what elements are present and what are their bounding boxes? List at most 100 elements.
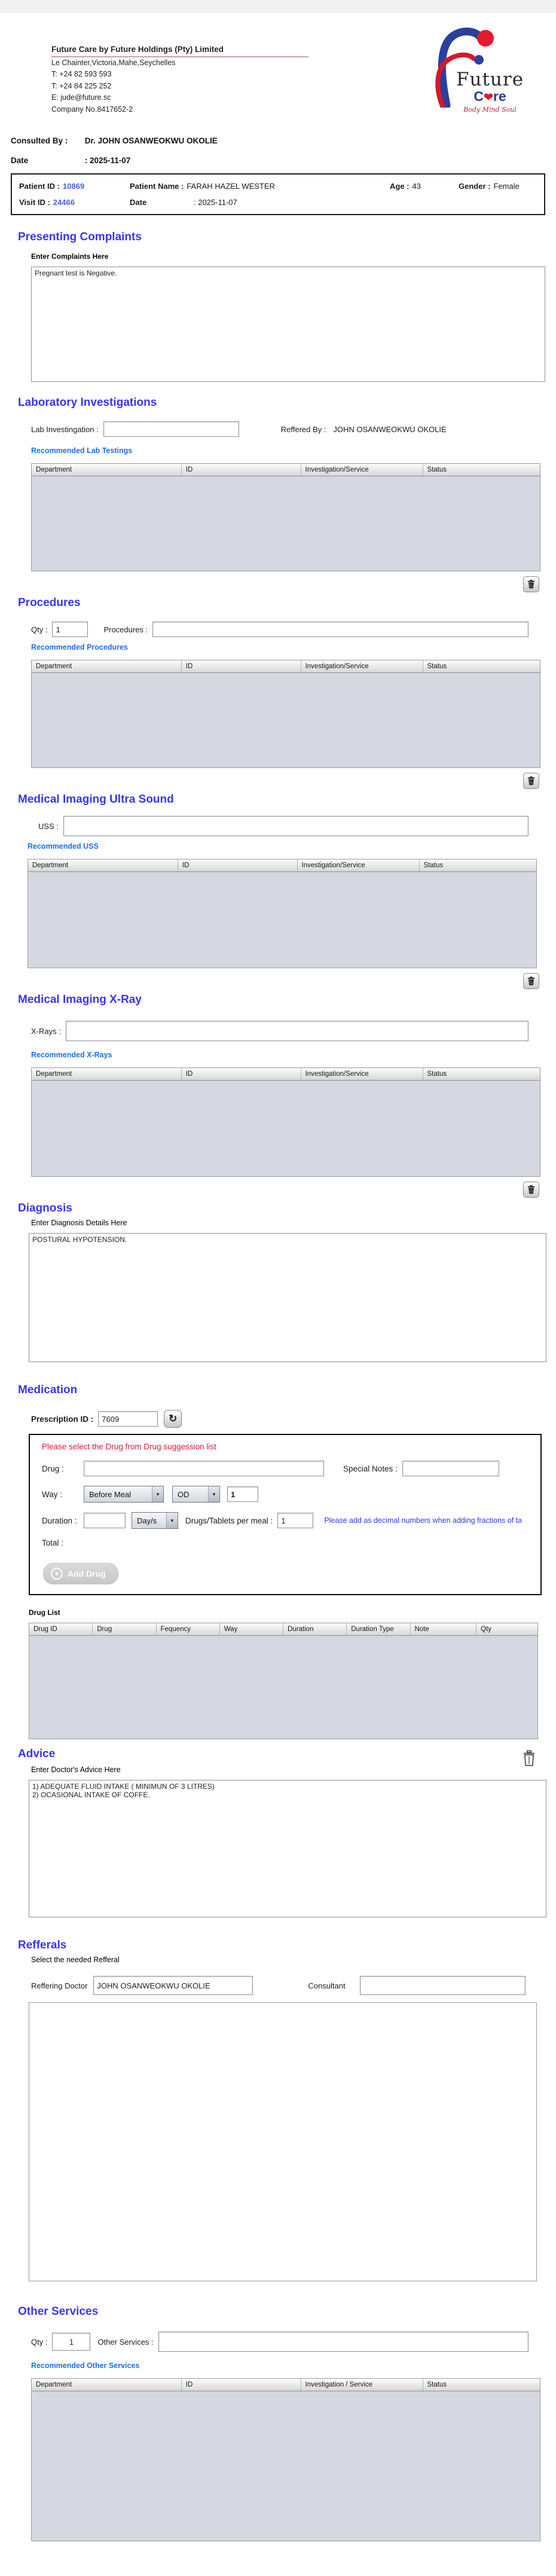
uss-table: Department ID Investigation/Service Stat… (28, 859, 537, 968)
way-select[interactable]: Before Meal ▼ (84, 1486, 164, 1503)
consult-date-row: Date : 2025-11-07 (11, 156, 545, 165)
other-services-heading: Other Services (18, 2305, 99, 2318)
col-department: Department (28, 859, 178, 871)
col-duration-type: Duration Type (347, 1623, 411, 1635)
uss-delete-button[interactable] (523, 973, 539, 989)
procedures-heading: Procedures (18, 596, 81, 609)
recommended-uss-link[interactable]: Recommended USS (28, 842, 99, 850)
col-duration: Duration (283, 1623, 347, 1635)
age-label: Age : (390, 182, 410, 191)
refresh-icon: ↻ (169, 1413, 178, 1424)
col-status: Status (427, 466, 447, 473)
col-qty: Qty (481, 1626, 491, 1633)
prescription-id-label: Prescription ID : (31, 1414, 94, 1424)
refresh-prescription-button[interactable]: ↻ (164, 1410, 182, 1428)
xray-table: Department ID Investigation/Service Stat… (31, 1067, 540, 1177)
col-investigation-service: Investigation/Service (301, 660, 423, 672)
lab-table: Department ID Investigation/Service Stat… (31, 463, 540, 571)
xray-delete-button[interactable] (523, 1182, 539, 1198)
procedures-input[interactable] (152, 622, 528, 637)
way-label: Way : (42, 1489, 63, 1499)
presenting-complaints-heading: Presenting Complaints (18, 231, 142, 243)
trash-icon (527, 1185, 535, 1194)
way-qty-input[interactable] (227, 1486, 258, 1502)
reffered-by-value: JOHN OSANWEOKWU OKOLIE (333, 424, 447, 434)
procedures-qty-label: Qty : (31, 625, 48, 634)
special-notes-input[interactable] (402, 1461, 499, 1476)
reffering-doctor-label: Reffering Doctor (31, 1981, 88, 1990)
procedures-delete-button[interactable] (523, 773, 539, 789)
medication-form-box: Please select the Drug from Drug suggess… (29, 1434, 542, 1595)
col-drug-id: Drug ID (29, 1623, 93, 1635)
recommended-xrays-link[interactable]: Recommended X-Rays (31, 1051, 112, 1059)
col-status: Status (427, 663, 447, 670)
gender-label: Gender : (459, 182, 491, 191)
other-services-input[interactable] (158, 2332, 528, 2352)
logo-care-text: C❤re (473, 88, 506, 104)
lab-delete-button[interactable] (523, 576, 539, 592)
drug-label: Drug : (42, 1464, 64, 1473)
complaints-sublabel: Enter Complaints Here (31, 252, 109, 261)
consultant-input[interactable] (359, 1976, 526, 1995)
logo-future-text: Future (456, 69, 524, 90)
advice-sublabel: Enter Doctor's Advice Here (31, 1766, 121, 1774)
drug-suggestion-note: Please select the Drug from Drug suggess… (42, 1442, 216, 1451)
advice-textarea[interactable]: 1) ADEQUATE FLUID INTAKE ( MINIMUN OF 3 … (29, 1780, 546, 1917)
recommended-procedures-link[interactable]: Recommended Procedures (31, 643, 128, 651)
procedures-qty-input[interactable] (52, 622, 88, 637)
company-number: Company No.8417652-2 (51, 105, 133, 114)
add-drug-button[interactable]: + Add Drug (43, 1563, 118, 1584)
xray-input[interactable] (65, 1021, 528, 1041)
visit-date-value: : 2025-11-07 (194, 198, 237, 207)
advice-heading: Advice (18, 1748, 56, 1760)
duration-input[interactable] (84, 1513, 126, 1528)
other-qty-input[interactable] (52, 2333, 91, 2351)
procedures-table: Department ID Investigation/Service Stat… (31, 660, 540, 768)
chevron-down-icon: ▼ (152, 1486, 163, 1502)
procedures-table-header: Department ID Investigation/Service Stat… (32, 660, 540, 673)
xray-heading: Medical Imaging X-Ray (18, 993, 142, 1006)
visit-id-value: 24466 (53, 198, 75, 207)
age-value: 43 (412, 182, 421, 191)
drug-input[interactable] (84, 1461, 324, 1476)
complaints-textarea[interactable]: Pregnant test is Negative. (31, 267, 545, 382)
col-note: Note (411, 1623, 476, 1635)
total-label: Total : (42, 1538, 64, 1547)
lab-table-body (32, 476, 540, 571)
laboratory-heading: Laboratory Investigations (18, 396, 157, 409)
refferals-sublabel: Select the needed Refferal (31, 1956, 120, 1964)
fraction-hint: Please add as decimal numbers when addin… (324, 1516, 522, 1525)
diagnosis-textarea[interactable]: POSTURAL HYPOTENSION. (29, 1233, 546, 1362)
col-id: ID (182, 464, 301, 476)
recommended-other-services-link[interactable]: Recommended Other Services (31, 2361, 139, 2370)
prescription-id-input[interactable] (98, 1411, 158, 1427)
plus-circle-icon: + (51, 1568, 63, 1580)
per-meal-input[interactable] (277, 1513, 314, 1528)
col-status: Status (423, 862, 444, 869)
col-id: ID (182, 660, 301, 672)
patient-name-label: Patient Name : (130, 182, 184, 191)
col-frequency: Fequency (157, 1623, 220, 1635)
company-title: Future Care by Future Holdings (Pty) Lim… (51, 45, 308, 57)
recommended-lab-testings-link[interactable]: Recommended Lab Testings (31, 446, 132, 455)
uss-table-body (28, 872, 536, 968)
advice-delete-button[interactable] (519, 1746, 539, 1770)
reffering-doctor-input[interactable] (93, 1976, 253, 1995)
frequency-select[interactable]: OD ▼ (172, 1486, 220, 1503)
col-status: Status (427, 1070, 447, 1078)
patient-info-box: Patient ID :10869 Patient Name : FARAH HA… (11, 173, 545, 215)
company-address: Le Chainter,Victoria,Mahe,Seychelles (51, 59, 176, 67)
duration-type-select[interactable]: Day/s ▼ (132, 1512, 178, 1529)
gender-value: Female (493, 182, 520, 191)
company-phone-1: T: +24 82 593 593 (51, 70, 112, 79)
patient-name-value: FARAH HAZEL WESTER (187, 182, 275, 191)
visit-id-label: Visit ID : (19, 198, 50, 207)
col-drug: Drug (93, 1623, 157, 1635)
uss-input[interactable] (63, 816, 528, 836)
refferals-heading: Refferals (18, 1939, 67, 1951)
trash-outline-icon (523, 1750, 535, 1766)
drug-list-table: Drug ID Drug Fequency Way Duration Durat… (29, 1623, 538, 1739)
diagnosis-sublabel: Enter Diagnosis Details Here (31, 1219, 127, 1227)
ultrasound-heading: Medical Imaging Ultra Sound (18, 793, 174, 806)
lab-investigation-input[interactable] (103, 421, 239, 437)
